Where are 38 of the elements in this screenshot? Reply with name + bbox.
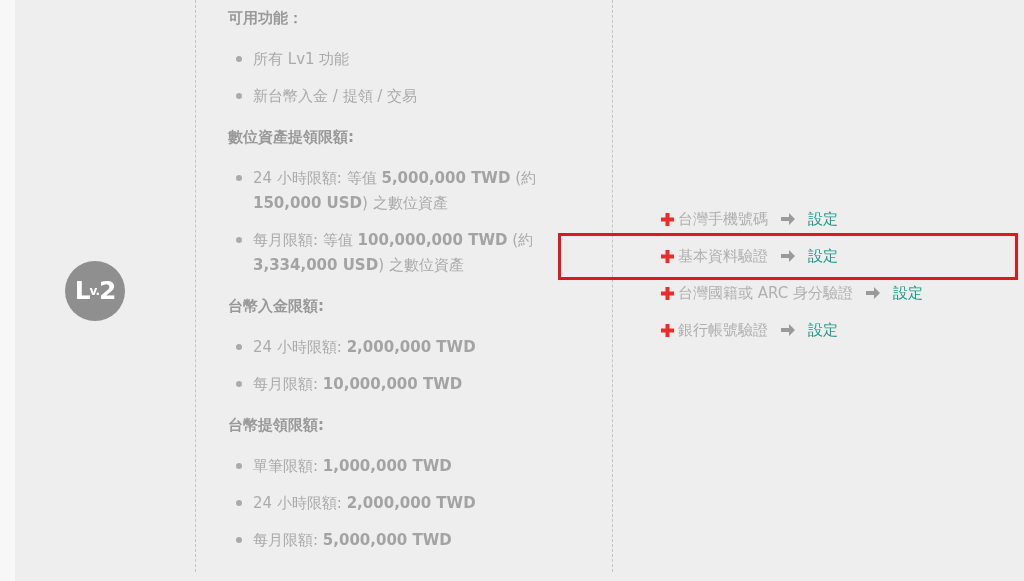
list-item: 24 小時限額: 2,000,000 TWD — [253, 337, 476, 358]
plus-icon — [661, 249, 674, 263]
bullet-icon — [236, 93, 242, 99]
list-item: 24 小時限額: 等值 5,000,000 TWD (約 150,000 USD) 之數位資產 — [253, 168, 537, 214]
setup-link[interactable]: 設定 — [808, 317, 838, 343]
section-heading: 數位資產提領限額: — [228, 127, 355, 148]
bullet-icon — [236, 537, 242, 543]
bullet-icon — [236, 500, 242, 506]
requirement-label: 銀行帳號驗證 — [678, 319, 768, 341]
list-item: 每月限額: 等值 100,000,000 TWD (約 3,334,000 USD) 之數位資產 — [253, 230, 534, 276]
list-item: 每月限額: 5,000,000 TWD — [253, 530, 452, 551]
bullet-icon — [236, 344, 242, 350]
requirement-label: 台灣國籍或 ARC 身分驗證 — [678, 282, 853, 304]
requirement-label: 基本資料驗證 — [678, 245, 768, 267]
setup-link[interactable]: 設定 — [892, 280, 923, 306]
bullet-icon — [236, 237, 242, 243]
list-item: 24 小時限額: 2,000,000 TWD — [253, 493, 476, 514]
list-item: 單筆限額: 1,000,000 TWD — [253, 456, 452, 477]
setup-link[interactable]: 設定 — [808, 243, 838, 269]
plus-icon — [661, 323, 674, 337]
list-item: 每月限額: 10,000,000 TWD — [253, 374, 463, 395]
bullet-icon — [236, 56, 242, 62]
setup-link[interactable]: 設定 — [808, 206, 838, 232]
section-heading: 台幣提領限額: — [228, 415, 325, 436]
arrow-icon — [780, 249, 796, 263]
section-heading: 台幣入金限額: — [228, 296, 325, 317]
list-item: 所有 Lv1 功能 — [253, 49, 350, 70]
list-item: 新台幣入金 / 提領 / 交易 — [253, 86, 418, 107]
plus-icon — [661, 212, 674, 226]
bullet-icon — [236, 463, 242, 469]
bullet-icon — [236, 175, 242, 181]
section-heading: 可用功能： — [228, 8, 304, 29]
bullet-icon — [236, 381, 242, 387]
plus-icon — [661, 286, 674, 300]
arrow-icon — [864, 286, 881, 300]
requirement-label: 台灣手機號碼 — [678, 208, 768, 230]
arrow-icon — [780, 323, 796, 337]
arrow-icon — [780, 212, 796, 226]
